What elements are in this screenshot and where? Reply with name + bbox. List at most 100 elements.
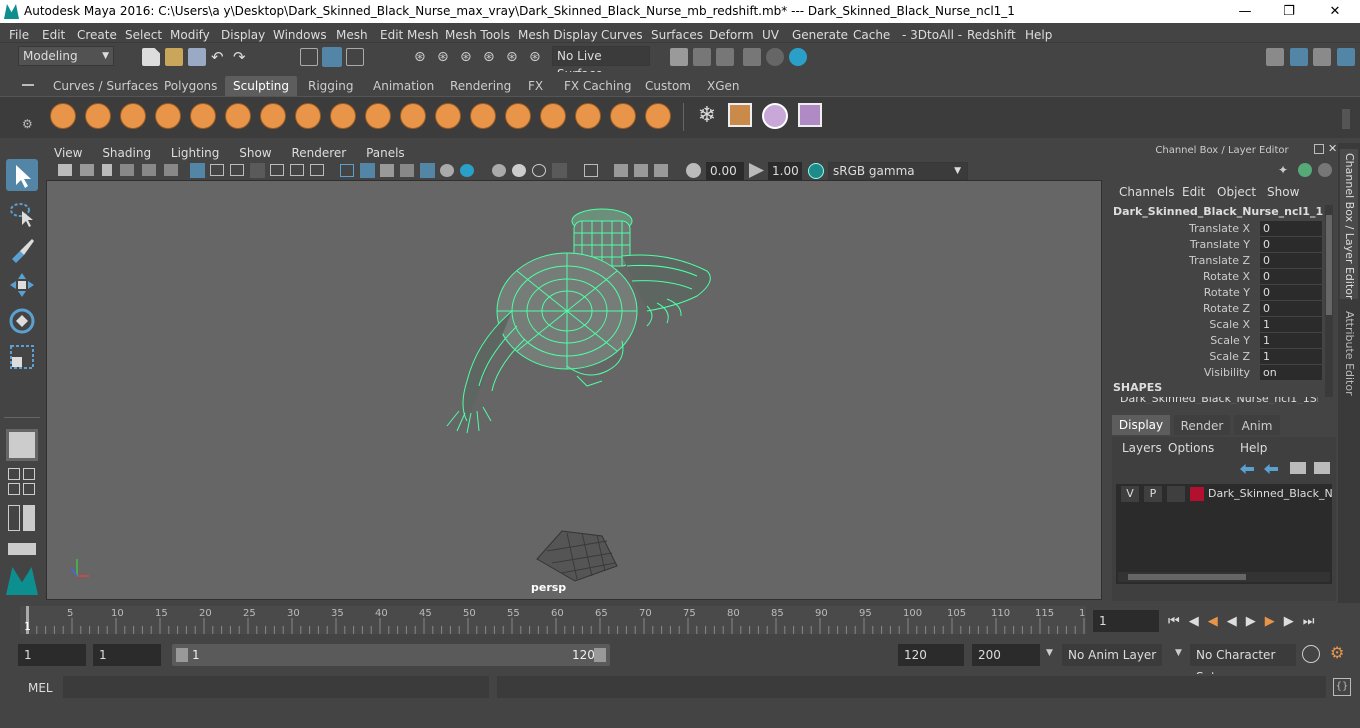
menu-cache[interactable]: Cache (853, 26, 890, 42)
viewport-menu-panels[interactable]: Panels (366, 145, 405, 161)
xray-active-components-icon[interactable] (634, 164, 648, 177)
go-to-end-icon[interactable]: ⏭ (1303, 614, 1324, 629)
construction-history-icon[interactable] (670, 48, 688, 66)
modeling-toolkit-icon[interactable] (1290, 48, 1308, 66)
snap-view-icon[interactable]: ⊛ (483, 48, 501, 66)
wireframe-icon[interactable] (340, 164, 354, 177)
layer-playback-toggle[interactable]: P (1144, 486, 1162, 502)
new-layer-selected-icon[interactable] (1314, 462, 1330, 474)
tab-fx[interactable]: FX (520, 76, 551, 96)
tab-custom[interactable]: Custom (637, 76, 699, 96)
layer-options-menu[interactable]: Options (1168, 441, 1214, 455)
command-language-label[interactable]: MEL (28, 681, 53, 695)
menu-create[interactable]: Create (77, 26, 117, 42)
camera-attributes-icon[interactable] (80, 164, 94, 176)
step-back-frame-icon[interactable]: ◀ (1208, 614, 1227, 629)
tab-curves-surfaces[interactable]: Curves / Surfaces (45, 76, 166, 96)
tab-rigging[interactable]: Rigging (300, 76, 361, 96)
shelf-menu-icon[interactable] (22, 84, 34, 86)
view-transform-dropdown[interactable]: sRGB gamma ▼ (828, 162, 968, 180)
attribute-value[interactable]: 1 (1260, 317, 1322, 332)
attribute-row-scale-x[interactable]: Scale X 1 (1106, 317, 1328, 333)
animation-end-field[interactable]: 200 (972, 644, 1040, 666)
select-component-icon[interactable] (346, 48, 364, 66)
imprint-tool-icon[interactable] (365, 103, 391, 129)
attribute-row-rotate-x[interactable]: Rotate X 0 (1106, 269, 1328, 285)
freeze-snowflake-icon[interactable]: ❄ (694, 103, 720, 129)
channel-scrollbar[interactable] (1325, 205, 1333, 397)
relax-tool-icon[interactable] (120, 103, 146, 129)
bookmark-icon[interactable] (102, 164, 112, 176)
layer-visibility-toggle[interactable]: V (1121, 486, 1139, 502)
menu-modify[interactable]: Modify (170, 26, 210, 42)
depth-of-field-icon[interactable] (552, 163, 567, 178)
attribute-row-rotate-z[interactable]: Rotate Z 0 (1106, 301, 1328, 317)
select-object-icon[interactable] (322, 47, 342, 67)
snap-surface-icon[interactable]: ⊛ (506, 48, 524, 66)
menu-redshift[interactable]: Redshift (967, 26, 1016, 42)
channel-box-options-icon[interactable] (1318, 163, 1332, 177)
scale-tool-button[interactable] (6, 341, 38, 373)
render-frame-icon[interactable] (693, 48, 711, 66)
smooth-tool-icon[interactable] (85, 103, 111, 129)
viewport-menu-renderer[interactable]: Renderer (291, 145, 346, 161)
selected-object-name[interactable]: Dark_Skinned_Black_Nurse_ncl1_1 (1113, 205, 1323, 218)
gate-mask-icon[interactable] (250, 163, 265, 178)
foamy-tool-icon[interactable] (260, 103, 286, 129)
select-camera-icon[interactable] (58, 164, 72, 176)
time-slider[interactable]: 5 10 15 20 25 30 35 40 45 50 55 60 65 70 75 80 85 90 95 100… (0, 604, 1360, 638)
outliner-layout-button[interactable] (23, 483, 35, 495)
play-forwards-icon[interactable]: ▶ (1246, 614, 1265, 629)
current-frame-field[interactable]: 1 (1093, 610, 1159, 632)
scene-canvas[interactable] (47, 181, 1101, 599)
anim-layer-field[interactable]: No Anim Layer (1062, 644, 1162, 666)
shadows-icon[interactable] (460, 164, 474, 177)
attribute-value[interactable]: 0 (1260, 237, 1322, 252)
pinch-tool-icon[interactable] (190, 103, 216, 129)
xray-joints-icon[interactable] (614, 164, 628, 177)
new-scene-icon[interactable] (142, 48, 160, 66)
animation-start-field[interactable]: 1 (18, 644, 86, 666)
select-tool-button[interactable] (6, 159, 38, 191)
animation-preferences-icon[interactable]: ⚙ (1330, 643, 1344, 662)
playback-start-field[interactable]: 1 (93, 644, 161, 666)
step-forward-key-icon[interactable]: ▶ (1284, 614, 1303, 629)
timeline-layout-button[interactable] (8, 543, 36, 555)
layers-menu[interactable]: Layers (1122, 441, 1162, 455)
color-management-icon[interactable] (808, 163, 824, 179)
menu-curves[interactable]: Curves (601, 26, 643, 42)
layer-color-swatch[interactable] (1190, 487, 1204, 501)
open-scene-icon[interactable] (165, 48, 183, 66)
gamma-field[interactable]: 1.00 (768, 162, 802, 180)
menu-deform[interactable]: Deform (709, 26, 754, 42)
tab-rendering[interactable]: Rendering (442, 76, 519, 96)
grease-pencil-icon[interactable] (164, 164, 178, 176)
snap-point-icon[interactable]: ⊛ (460, 48, 478, 66)
rotate-tool-button[interactable] (6, 305, 38, 337)
exposure-icon[interactable] (686, 163, 701, 178)
hypershade-icon[interactable] (766, 48, 784, 66)
persp-graph-layout-button[interactable] (23, 468, 35, 480)
scrape-tool-icon[interactable] (435, 103, 461, 129)
layer-display-type-toggle[interactable] (1167, 486, 1185, 502)
motion-blur-icon[interactable] (512, 164, 526, 177)
viewport-menu-show[interactable]: Show (239, 145, 271, 161)
shape-node-name[interactable]: Dark_Skinned_Black_Nurse_ncl1_1Sh (1120, 397, 1318, 404)
attribute-value[interactable]: 0 (1260, 285, 1322, 300)
attribute-row-scale-z[interactable]: Scale Z 1 (1106, 349, 1328, 365)
use-all-lights-icon[interactable] (440, 164, 454, 177)
ipr-render-icon[interactable] (716, 48, 734, 66)
layer-help-menu[interactable]: Help (1240, 441, 1267, 455)
paint-select-tool-button[interactable] (6, 233, 38, 265)
tab-xgen[interactable]: XGen (699, 76, 748, 96)
time-ruler[interactable]: 5 10 15 20 25 30 35 40 45 50 55 60 65 70 75 80 85 90 95 100… (20, 606, 1092, 634)
layer-row[interactable]: V P Dark_Skinned_Black_Nur (1118, 486, 1332, 504)
four-view-layout-button[interactable] (8, 468, 20, 480)
save-scene-icon[interactable] (188, 48, 206, 66)
attribute-value[interactable]: 0 (1260, 221, 1322, 236)
menu-select[interactable]: Select (125, 26, 162, 42)
go-to-start-icon[interactable]: ⏮ (1168, 614, 1189, 629)
outliner-panel-button[interactable] (8, 505, 20, 531)
tab-render[interactable]: Render (1174, 415, 1230, 435)
range-slider[interactable]: 1 120 (172, 644, 610, 666)
